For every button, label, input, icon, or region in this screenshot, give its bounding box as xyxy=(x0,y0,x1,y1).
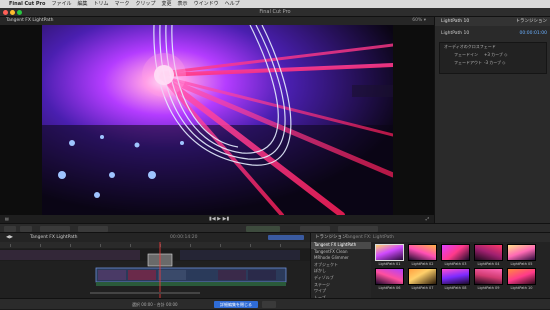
transition-thumbnail[interactable] xyxy=(441,268,470,285)
menu-bar: Final Cut Pro ファイル 編集 トリム マーク クリップ 変更 表示… xyxy=(0,0,550,8)
timeline-header: ◀▶ Tangent FX LightPath 00:00:14:20 xyxy=(0,233,310,242)
viewer-clip-title: Tangent FX LightPath xyxy=(6,18,54,23)
minimize-window-button[interactable] xyxy=(10,10,15,15)
category-item[interactable]: オブジェクト xyxy=(311,262,371,269)
transition-thumbnail[interactable] xyxy=(507,268,536,285)
menu-file[interactable]: ファイル xyxy=(51,0,71,8)
transport-controls[interactable]: ▮◀ ▶ ▶▮ xyxy=(209,215,229,223)
import-button[interactable] xyxy=(4,226,16,232)
menu-modify[interactable]: 変更 xyxy=(162,0,172,8)
edit-tools-group[interactable] xyxy=(40,226,70,232)
category-item[interactable]: MRhode Glimmer xyxy=(311,255,371,262)
status-toggle-button[interactable] xyxy=(262,301,276,308)
light-streak-video-image xyxy=(42,25,393,215)
category-item[interactable]: ディゾルブ xyxy=(311,275,371,282)
timeline-timecode: 00:00:14:20 xyxy=(170,235,198,240)
timecode-display xyxy=(246,226,280,232)
category-item[interactable]: TangentFX Clean xyxy=(311,249,371,256)
menu-edit[interactable]: 編集 xyxy=(77,0,87,8)
transition-thumbnail[interactable] xyxy=(408,268,437,285)
timeline-back-icon[interactable]: ◀▶ xyxy=(6,233,13,242)
fade-in-label: フェードイン xyxy=(454,52,478,57)
zoom-window-button[interactable] xyxy=(17,10,22,15)
timeline-view-controls[interactable] xyxy=(268,235,304,240)
transition-thumbnail[interactable] xyxy=(375,244,404,261)
main-toolbar xyxy=(0,223,550,233)
window-title-bar: Final Cut Pro xyxy=(0,8,550,17)
category-item[interactable]: Tangent FX LightPath xyxy=(311,242,371,249)
category-item[interactable]: ワイプ xyxy=(311,288,371,295)
menu-trim[interactable]: トリム xyxy=(93,0,108,8)
browser-header: トランジション Tangent FX: LightPath xyxy=(311,233,550,242)
thumbnail-label: LightPath 09 xyxy=(477,286,500,290)
section-title: オーディオのクロスフェード xyxy=(444,44,496,49)
transition-thumbnail[interactable] xyxy=(375,268,404,285)
viewer-zoom-menu[interactable]: 60% ▾ xyxy=(412,17,426,25)
fade-out-select[interactable]: -3 カーブ ◇ xyxy=(484,59,505,67)
menu-clip[interactable]: クリップ xyxy=(136,0,156,8)
menu-app[interactable]: Final Cut Pro xyxy=(9,0,45,8)
category-item[interactable]: ぼかし xyxy=(311,268,371,275)
inspector-duration: 00:00:01:00 xyxy=(519,31,547,36)
status-bar: 選択 00:00 - 合計 00:00 詳細編集を閉じる xyxy=(0,298,550,309)
browser-title: トランジション xyxy=(315,235,347,240)
viewer-transport-bar: ▮◀ ▶ ▶▮ ▤ ⤢ xyxy=(0,215,434,223)
keyword-button[interactable] xyxy=(20,226,32,232)
transition-thumbnail[interactable] xyxy=(441,244,470,261)
thumbnail-label: LightPath 08 xyxy=(444,286,467,290)
thumbnail-label: LightPath 01 xyxy=(378,262,401,266)
inspector-clip-name: LightPath 10 xyxy=(441,31,470,36)
fade-out-row[interactable]: フェードアウト -3 カーブ ◇ xyxy=(440,59,546,67)
timeline-project-name: Tangent FX LightPath xyxy=(30,235,78,240)
fade-in-select[interactable]: +3 カーブ ◇ xyxy=(484,51,507,59)
fade-in-row[interactable]: フェードイン +3 カーブ ◇ xyxy=(440,51,546,59)
effects-buttons[interactable] xyxy=(300,226,330,232)
menu-window[interactable]: ウインドウ xyxy=(194,0,219,8)
transition-thumbnail[interactable] xyxy=(474,268,503,285)
thumbnail-label: LightPath 04 xyxy=(477,262,500,266)
thumbnail-label: LightPath 03 xyxy=(444,262,467,266)
fullscreen-icon[interactable]: ⤢ xyxy=(426,215,429,223)
close-window-button[interactable] xyxy=(3,10,8,15)
timeline-tracks xyxy=(0,242,310,298)
thumbnail-label: LightPath 05 xyxy=(510,262,533,266)
viewer-options-icon[interactable]: ▤ xyxy=(5,215,9,223)
menu-mark[interactable]: マーク xyxy=(115,0,130,8)
browser-filter[interactable]: Tangent FX: LightPath xyxy=(345,233,394,242)
selection-info: 選択 00:00 - 合計 00:00 xyxy=(132,302,178,307)
menu-help[interactable]: ヘルプ xyxy=(225,0,240,8)
inspector-clip-row: LightPath 10 00:00:01:00 xyxy=(435,30,550,38)
fade-out-label: フェードアウト xyxy=(454,60,482,65)
clip-tools-group[interactable] xyxy=(78,226,108,232)
inspector-header: LightPath 10 トランジション xyxy=(435,17,550,26)
window-title: Final Cut Pro xyxy=(259,9,291,15)
transition-thumbnail[interactable] xyxy=(408,244,437,261)
tab-transition[interactable]: トランジション xyxy=(516,17,548,26)
close-precision-editor-button[interactable]: 詳細編集を閉じる xyxy=(214,301,258,308)
transition-thumbnail[interactable] xyxy=(507,244,536,261)
browser-buttons[interactable] xyxy=(338,226,378,232)
inspector-header-title: LightPath 10 xyxy=(441,19,470,24)
viewer-video-frame[interactable] xyxy=(42,25,393,215)
inspector-panel: LightPath 10 トランジション LightPath 10 00:00:… xyxy=(434,17,550,233)
thumbnail-label: LightPath 10 xyxy=(510,286,533,290)
thumbnail-label: LightPath 02 xyxy=(411,262,434,266)
thumbnail-label: LightPath 06 xyxy=(378,286,401,290)
timeline-area[interactable] xyxy=(0,242,310,298)
category-item[interactable]: ステージ xyxy=(311,282,371,289)
menu-view[interactable]: 表示 xyxy=(178,0,188,8)
audio-crossfade-section: オーディオのクロスフェード フェードイン +3 カーブ ◇ フェードアウト -3… xyxy=(439,42,547,74)
transition-thumbnail[interactable] xyxy=(474,244,503,261)
transitions-browser: トランジション Tangent FX: LightPath Tangent FX… xyxy=(310,233,550,300)
viewer-header: Tangent FX LightPath 60% ▾ xyxy=(0,17,434,25)
thumbnail-label: LightPath 07 xyxy=(411,286,434,290)
category-list: Tangent FX LightPath TangentFX Clean MRh… xyxy=(311,242,371,300)
